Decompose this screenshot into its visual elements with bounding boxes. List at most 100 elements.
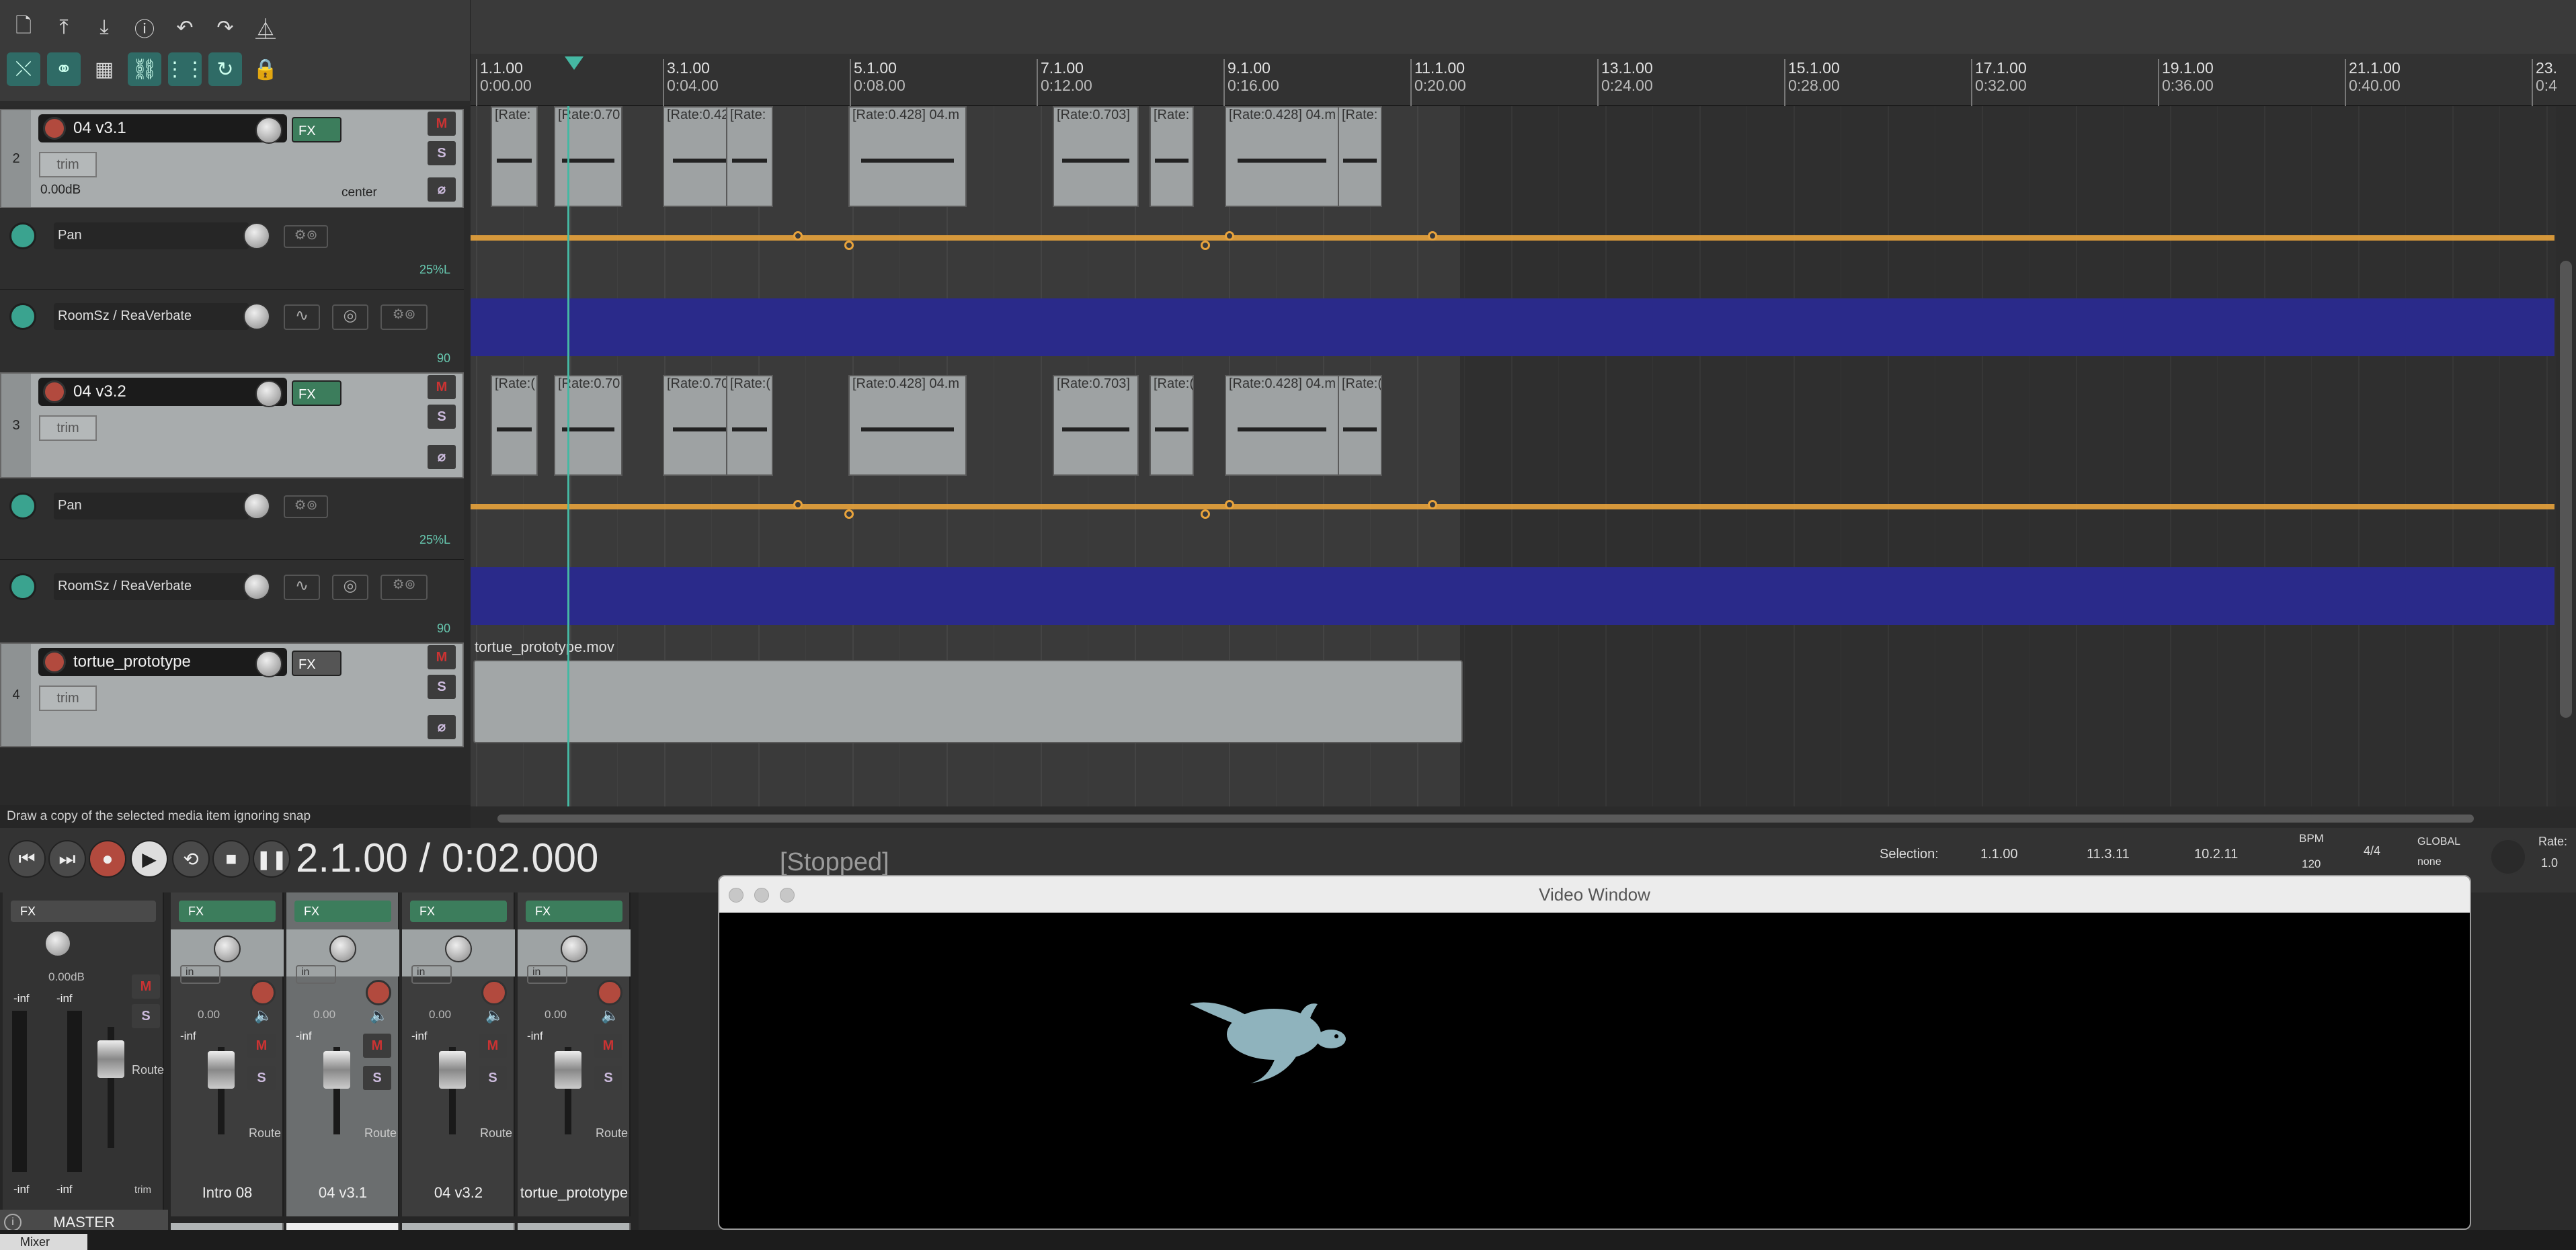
horizontal-scroll-thumb[interactable]	[497, 815, 2474, 823]
media-item[interactable]: [Rate:(	[1338, 375, 1382, 476]
strip-mute-button[interactable]: M	[594, 1034, 622, 1058]
go-to-end-icon[interactable]: ⏭	[48, 840, 86, 878]
media-item[interactable]: [Rate:0.428] 04.m	[848, 106, 967, 207]
selection-start[interactable]: 1.1.00	[1980, 847, 2018, 862]
strip-mute-button[interactable]: M	[479, 1034, 507, 1058]
playrate-knob[interactable]	[2490, 839, 2526, 875]
link-icon[interactable]: ⚭	[47, 52, 81, 86]
record-arm-button[interactable]	[43, 380, 66, 403]
strip-solo-button[interactable]: S	[247, 1066, 276, 1090]
strip-record-arm[interactable]	[597, 980, 622, 1005]
media-item[interactable]: [Rate:0.703]	[1053, 375, 1139, 476]
solo-button[interactable]: S	[428, 141, 456, 165]
grid-icon[interactable]: ▦	[87, 52, 121, 86]
track-3-panel[interactable]: 3 04 v3.2 FX trim	[0, 372, 464, 478]
snap-icon[interactable]: ⛓	[128, 52, 161, 86]
mixer-strip[interactable]: FXin0.00🔈-infMSRouteIntro 081	[171, 892, 284, 1250]
track-name[interactable]: 04 v3.1	[38, 114, 287, 142]
strip-name[interactable]: 04 v3.1	[286, 1184, 399, 1202]
track-2-panel[interactable]: 2 04 v3.1 FX trim 0.00dB center	[0, 109, 464, 208]
strip-mute-button[interactable]: M	[247, 1034, 276, 1058]
envelope-point[interactable]	[793, 231, 803, 241]
grid-lines-icon[interactable]: ⋮⋮	[165, 52, 205, 86]
speaker-icon[interactable]: 🔈	[254, 1007, 272, 1024]
strip-fader[interactable]	[323, 1051, 350, 1089]
video-window-title[interactable]: Video Window	[719, 876, 2470, 913]
envelope-knob[interactable]	[243, 303, 270, 330]
master-solo-button[interactable]: S	[132, 1004, 160, 1028]
envelope-point[interactable]	[1428, 231, 1437, 241]
strip-record-arm[interactable]	[366, 980, 391, 1005]
lock-icon[interactable]: 🔒	[249, 52, 282, 86]
envelope-knob[interactable]	[243, 493, 270, 519]
redo-icon[interactable]: ↷	[208, 11, 242, 44]
strip-fader[interactable]	[555, 1051, 581, 1089]
selection-length[interactable]: 10.2.11	[2194, 847, 2238, 862]
strip-solo-button[interactable]: S	[363, 1066, 391, 1090]
vertical-scrollbar[interactable]	[2556, 106, 2576, 806]
envelope-point[interactable]	[793, 500, 803, 509]
playhead-marker-icon[interactable]	[565, 56, 583, 70]
envelope-point[interactable]	[844, 241, 854, 250]
media-item[interactable]: [Rate:(	[1150, 375, 1194, 476]
strip-record-arm[interactable]	[250, 980, 276, 1005]
strip-input-button[interactable]: in	[180, 965, 220, 984]
strip-fx-button[interactable]: FX	[179, 901, 276, 922]
track-4-panel[interactable]: 4 tortue_prototype FX trim	[0, 642, 464, 747]
master-trim-button[interactable]: trim	[134, 1184, 151, 1196]
phase-icon[interactable]: ⌀	[428, 715, 456, 739]
envelope-shape-icon[interactable]: ∿	[284, 304, 320, 330]
time-signature[interactable]: 4/4	[2364, 844, 2380, 858]
time-display[interactable]: 2.1.00 / 0:02.000	[296, 835, 598, 881]
volume-knob[interactable]	[255, 651, 282, 677]
strip-fx-button[interactable]: FX	[294, 901, 391, 922]
media-item[interactable]: [Rate:0.703]	[1053, 106, 1139, 207]
strip-name[interactable]: tortue_prototype	[518, 1184, 631, 1202]
strip-record-arm[interactable]	[481, 980, 507, 1005]
media-item[interactable]: [Rate:0.70	[554, 375, 622, 476]
envelope-power-icon[interactable]	[9, 493, 36, 519]
strip-solo-button[interactable]: S	[479, 1066, 507, 1090]
mixer-strip[interactable]: FXin0.00🔈-infMSRoutetortue_prototype4	[518, 892, 631, 1250]
solo-button[interactable]: S	[428, 405, 456, 429]
envelope-settings-icon[interactable]: ⚙⊚	[380, 575, 428, 600]
volume-knob[interactable]	[255, 380, 282, 407]
phase-icon[interactable]: ⌀	[428, 177, 456, 202]
record-button[interactable]: ●	[89, 840, 126, 878]
ripple-edit-icon[interactable]: ⤬	[7, 52, 40, 86]
envelope-arm-icon[interactable]: ◎	[332, 575, 368, 600]
trim-button[interactable]: trim	[39, 415, 97, 441]
media-item[interactable]: [Rate:	[1150, 106, 1194, 207]
strip-pan-knob[interactable]	[329, 935, 356, 962]
envelope-power-icon[interactable]	[9, 303, 36, 330]
mixer-docker-tab[interactable]: Mixer	[0, 1234, 87, 1250]
ruler-region-lane[interactable]	[471, 0, 2576, 54]
envelope-knob[interactable]	[243, 222, 270, 249]
video-window[interactable]: Video Window	[718, 875, 2471, 1230]
vertical-scroll-thumb[interactable]	[2560, 261, 2572, 718]
envelope-point[interactable]	[1428, 500, 1437, 509]
trim-button[interactable]: trim	[39, 152, 97, 177]
speaker-icon[interactable]: 🔈	[485, 1007, 504, 1024]
master-fader[interactable]	[97, 1040, 124, 1078]
mixer-strip[interactable]: FXin0.00🔈-infMSRoute04 v3.23	[402, 892, 515, 1250]
strip-fader[interactable]	[208, 1051, 235, 1089]
media-item[interactable]: [Rate:	[491, 106, 538, 207]
trim-button[interactable]: trim	[39, 685, 97, 711]
strip-pan-knob[interactable]	[214, 935, 241, 962]
media-item[interactable]: [Rate:(	[491, 375, 538, 476]
envelope-settings-icon[interactable]: ⚙⊚	[284, 495, 328, 518]
master-route-button[interactable]: Route	[132, 1063, 164, 1077]
global-automation-value[interactable]: none	[2417, 856, 2442, 868]
track-name[interactable]: 04 v3.2	[38, 378, 287, 406]
timeline-ruler[interactable]: 1.1.00 0:00.00 3.1.00 0:04.00 5.1.00 0:08.00 7…	[471, 0, 2576, 106]
strip-fx-button[interactable]: FX	[526, 901, 622, 922]
info-icon[interactable]: ⓘ	[128, 11, 161, 44]
master-mute-button[interactable]: M	[132, 974, 160, 999]
envelope-lane-pan[interactable]: Pan ⚙⊚ 25%L	[0, 208, 464, 289]
stop-button[interactable]: ■	[212, 840, 250, 878]
envelope-point[interactable]	[1201, 509, 1210, 519]
envelope-knob[interactable]	[243, 573, 270, 600]
strip-input-button[interactable]: in	[411, 965, 452, 984]
envelope-settings-icon[interactable]: ⚙⊚	[284, 225, 328, 248]
